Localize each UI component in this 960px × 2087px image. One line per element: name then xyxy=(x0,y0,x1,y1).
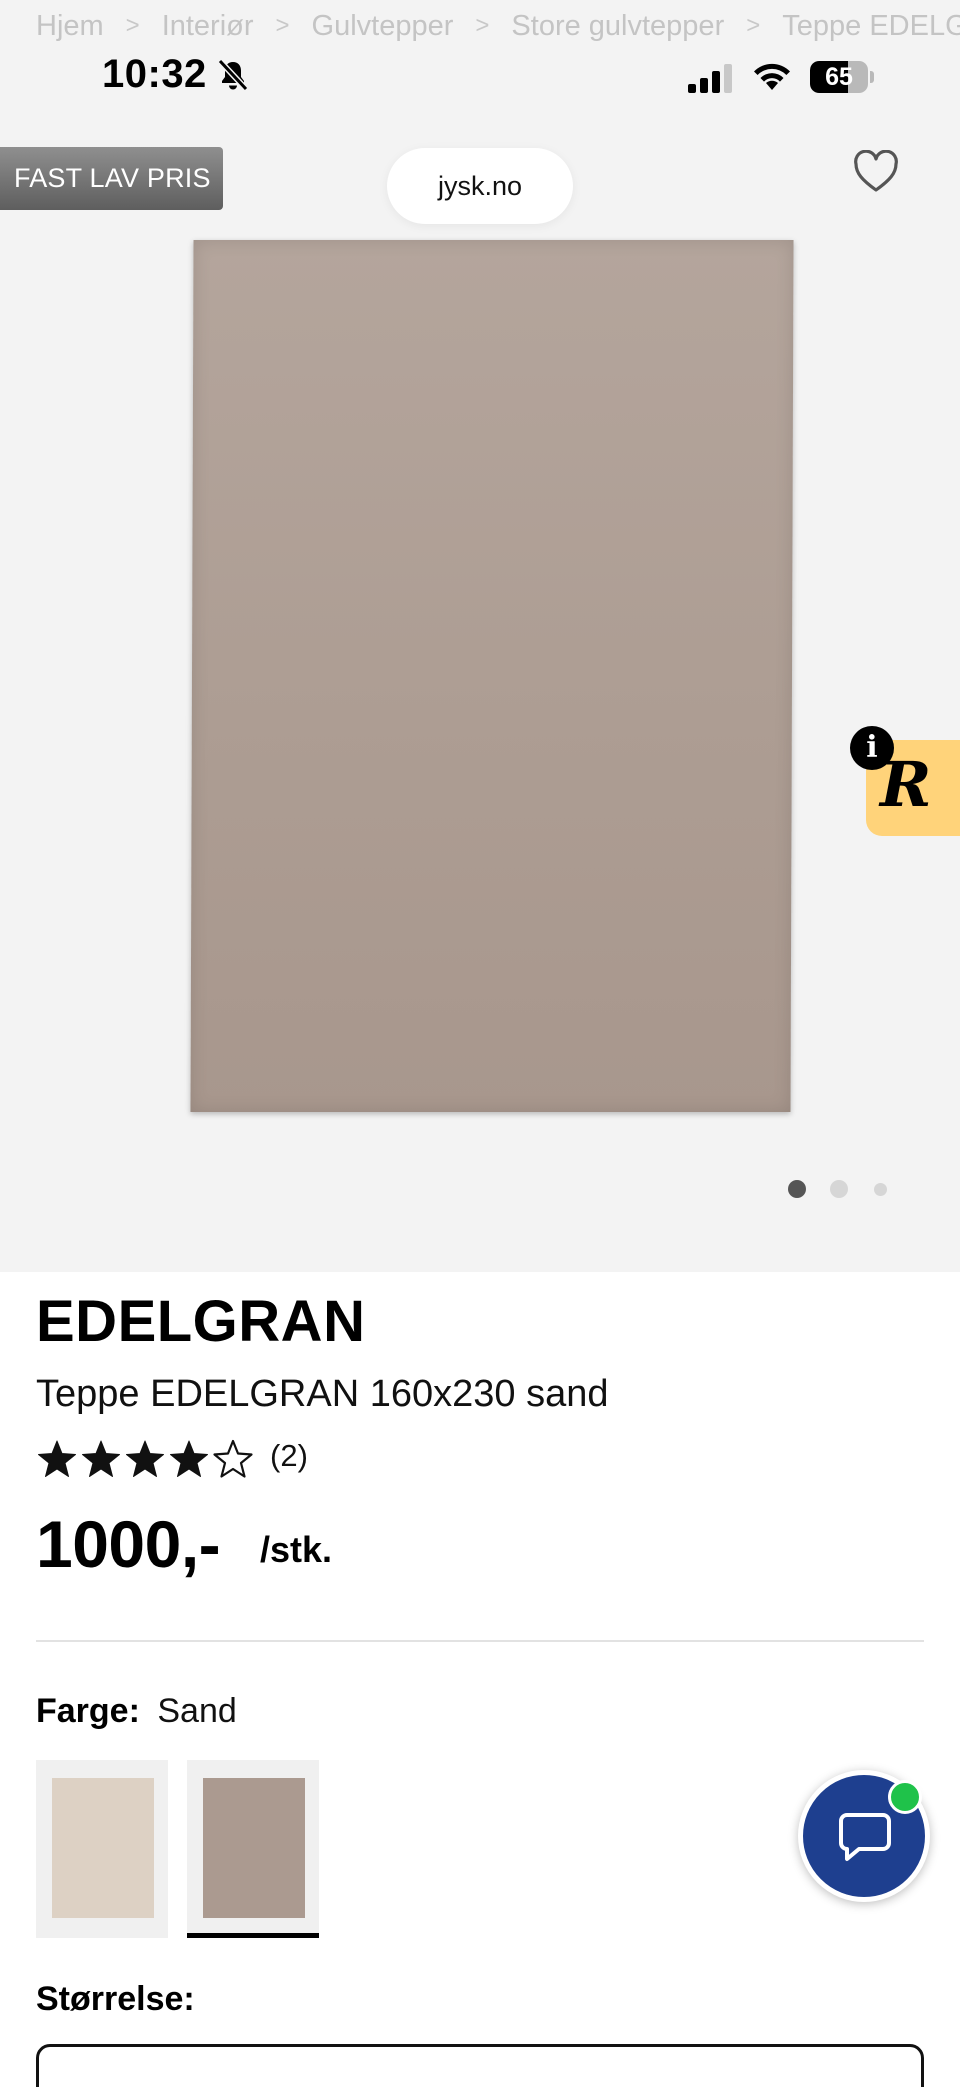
chevron-right-icon: > xyxy=(746,12,761,39)
breadcrumb-item-interior[interactable]: Interiør xyxy=(162,10,254,43)
size-label: Størrelse: xyxy=(36,1980,195,2018)
color-swatch-sand[interactable] xyxy=(187,1760,319,1938)
swatch-thumbnail xyxy=(203,1778,305,1918)
color-value: Sand xyxy=(157,1692,237,1730)
color-label: Farge: xyxy=(36,1692,140,1730)
chevron-right-icon: > xyxy=(125,12,140,39)
star-filled-icon xyxy=(82,1440,120,1477)
breadcrumb-item-large-rugs[interactable]: Store gulvtepper xyxy=(511,10,724,43)
signal-icon xyxy=(688,64,732,93)
rating-stars xyxy=(36,1438,256,1480)
online-status-dot xyxy=(888,1780,922,1814)
heart-icon[interactable] xyxy=(852,150,900,194)
product-name: EDELGRAN xyxy=(36,1289,366,1354)
battery-icon: 65 xyxy=(810,61,874,93)
wifi-icon xyxy=(754,63,790,90)
chevron-right-icon: > xyxy=(275,12,290,39)
pagination-dot[interactable] xyxy=(788,1180,806,1198)
product-price: 1000,- xyxy=(36,1507,221,1581)
breadcrumb: Hjem > Interiør > Gulvtepper > Store gul… xyxy=(36,8,960,44)
chevron-right-icon: > xyxy=(475,12,490,39)
swatch-thumbnail xyxy=(52,1778,154,1918)
breadcrumb-item-current: Teppe EDELGRAN 160x230 sand xyxy=(782,9,960,42)
battery-tip xyxy=(870,71,874,83)
info-icon[interactable]: i xyxy=(850,726,894,770)
star-filled-icon xyxy=(170,1440,208,1477)
chat-bubble-icon xyxy=(839,1813,891,1861)
price-unit: /stk. xyxy=(260,1529,333,1570)
selected-indicator xyxy=(187,1933,319,1938)
color-row: Farge: Sand xyxy=(36,1692,237,1731)
star-empty-icon xyxy=(213,1439,253,1478)
bell-muted-icon xyxy=(217,58,249,92)
url-bar[interactable]: jysk.no xyxy=(387,148,573,224)
star-filled-icon xyxy=(38,1440,76,1477)
star-filled-icon xyxy=(126,1440,164,1477)
size-select[interactable] xyxy=(36,2044,924,2087)
product-image[interactable] xyxy=(190,240,794,1112)
battery-level-text: 65 xyxy=(825,63,853,91)
status-time: 10:32 xyxy=(102,52,207,96)
color-swatch-light[interactable] xyxy=(36,1760,168,1938)
price-badge: FAST LAV PRIS xyxy=(0,147,223,210)
review-count[interactable]: (2) xyxy=(270,1438,308,1474)
product-description: Teppe EDELGRAN 160x230 sand xyxy=(36,1373,609,1415)
status-bar: 10:32 65 xyxy=(0,44,960,114)
pagination-dot[interactable] xyxy=(830,1180,848,1198)
divider xyxy=(36,1640,924,1642)
breadcrumb-item-rugs[interactable]: Gulvtepper xyxy=(312,10,454,43)
product-rating[interactable]: (2) xyxy=(36,1436,308,1482)
breadcrumb-item-home[interactable]: Hjem xyxy=(36,10,104,43)
battery-body: 65 xyxy=(810,61,868,93)
product-gallery[interactable]: Hjem > Interiør > Gulvtepper > Store gul… xyxy=(0,0,960,1272)
pagination-dot[interactable] xyxy=(874,1182,887,1196)
